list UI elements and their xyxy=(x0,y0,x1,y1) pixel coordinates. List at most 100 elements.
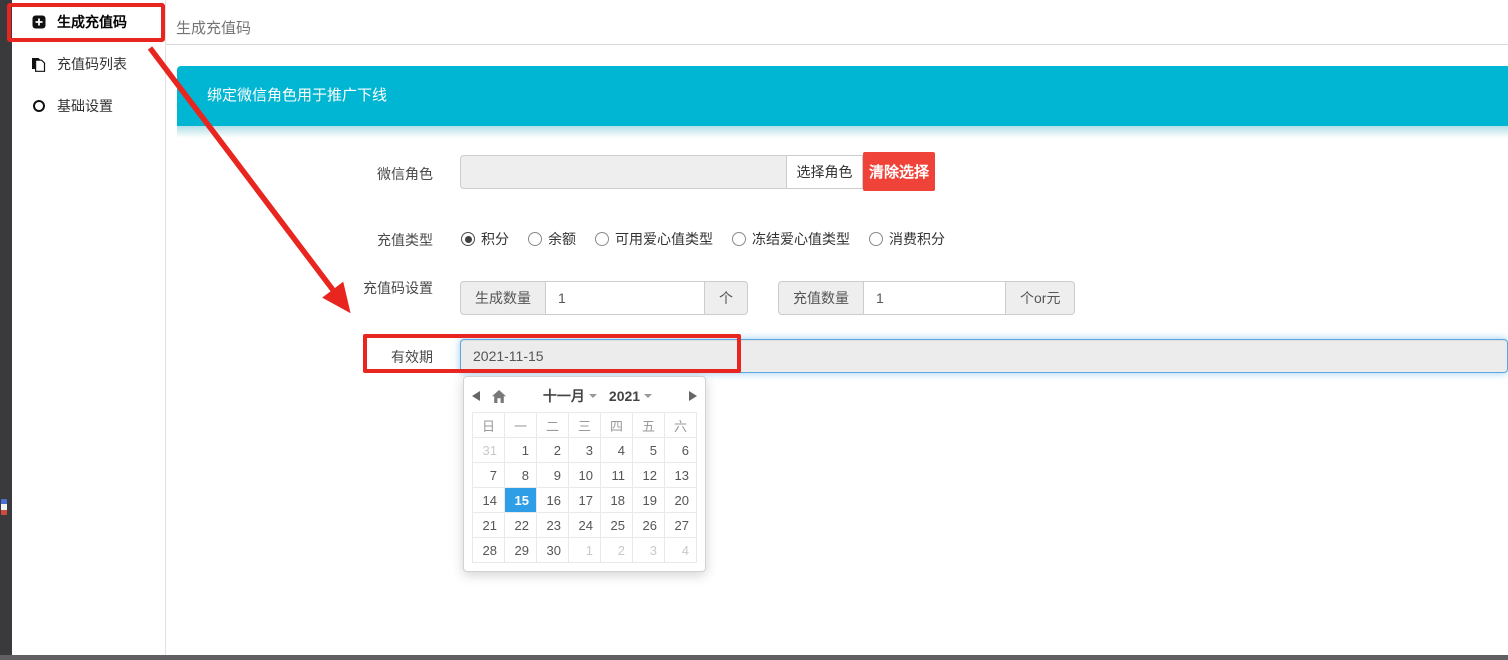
weekday-header: 三 xyxy=(569,413,601,438)
wechat-role-label: 微信角色 xyxy=(285,164,433,184)
calendar-day[interactable]: 18 xyxy=(601,488,633,513)
home-icon[interactable] xyxy=(492,390,506,403)
calendar-day[interactable]: 29 xyxy=(505,538,537,563)
calendar-day[interactable]: 1 xyxy=(505,438,537,463)
chevron-down-icon xyxy=(589,394,597,398)
calendar-day[interactable]: 8 xyxy=(505,463,537,488)
calendar-day[interactable]: 13 xyxy=(665,463,697,488)
recharge-quantity-prefix: 充值数量 xyxy=(778,281,863,315)
weekday-header: 二 xyxy=(537,413,569,438)
window-bottom-bar xyxy=(0,655,1508,660)
calendar-day[interactable]: 21 xyxy=(473,513,505,538)
page-title: 生成充值码 xyxy=(176,17,251,38)
radio-label: 积分 xyxy=(481,229,509,249)
radio-icon[interactable] xyxy=(528,232,542,246)
calendar-day[interactable]: 23 xyxy=(537,513,569,538)
radio-option[interactable]: 冻结爱心值类型 xyxy=(732,229,850,249)
generate-quantity-group: 生成数量 个 xyxy=(460,281,748,315)
wechat-role-input[interactable] xyxy=(460,155,786,189)
validity-input[interactable] xyxy=(460,339,1508,373)
sidebar-divider xyxy=(165,0,166,655)
sidebar-item-generate[interactable]: 生成充值码 xyxy=(12,0,165,43)
calendar-day[interactable]: 24 xyxy=(569,513,601,538)
calendar-day[interactable]: 19 xyxy=(633,488,665,513)
calendar-day-selected[interactable]: 15 xyxy=(505,488,537,513)
recharge-quantity-input[interactable] xyxy=(863,281,1006,315)
recharge-type-label: 充值类型 xyxy=(285,230,433,250)
radio-option[interactable]: 消费积分 xyxy=(869,229,945,249)
calendar-day[interactable]: 11 xyxy=(601,463,633,488)
weekday-header: 四 xyxy=(601,413,633,438)
calendar-day[interactable]: 12 xyxy=(633,463,665,488)
copy-icon xyxy=(31,57,46,72)
chevron-down-icon xyxy=(644,394,652,398)
sidebar-item-label: 充值码列表 xyxy=(57,54,127,74)
calendar-day[interactable]: 16 xyxy=(537,488,569,513)
edge-handle[interactable] xyxy=(1,499,7,515)
radio-label: 冻结爱心值类型 xyxy=(752,229,850,249)
calendar-day[interactable]: 5 xyxy=(633,438,665,463)
calendar-day[interactable]: 28 xyxy=(473,538,505,563)
validity-label: 有效期 xyxy=(285,347,433,367)
calendar-day[interactable]: 30 xyxy=(537,538,569,563)
calendar-day[interactable]: 27 xyxy=(665,513,697,538)
calendar-day[interactable]: 4 xyxy=(601,438,633,463)
weekday-header: 一 xyxy=(505,413,537,438)
prev-month-icon[interactable] xyxy=(472,391,480,401)
radio-icon[interactable] xyxy=(732,232,746,246)
calendar-day[interactable]: 17 xyxy=(569,488,601,513)
banner-shadow xyxy=(177,126,1508,138)
calendar-day[interactable]: 7 xyxy=(473,463,505,488)
calendar-day[interactable]: 14 xyxy=(473,488,505,513)
recharge-quantity-suffix: 个or元 xyxy=(1006,281,1075,315)
clear-selection-button[interactable]: 清除选择 xyxy=(863,152,935,191)
month-dropdown[interactable]: 十一月 xyxy=(543,386,597,406)
radio-icon[interactable] xyxy=(595,232,609,246)
recharge-quantity-group: 充值数量 个or元 xyxy=(778,281,1075,315)
title-divider xyxy=(166,44,1508,45)
generate-quantity-suffix: 个 xyxy=(705,281,748,315)
sidebar: 生成充值码充值码列表基础设置 xyxy=(12,0,165,655)
radio-icon[interactable] xyxy=(461,232,475,246)
radio-label: 余额 xyxy=(548,229,576,249)
banner: 绑定微信角色用于推广下线 xyxy=(177,66,1508,126)
calendar-day[interactable]: 1 xyxy=(569,538,601,563)
generate-quantity-prefix: 生成数量 xyxy=(460,281,545,315)
radio-option[interactable]: 余额 xyxy=(528,229,576,249)
datepicker-nav: 十一月 2021 xyxy=(472,382,697,410)
calendar-day[interactable]: 3 xyxy=(633,538,665,563)
calendar-day[interactable]: 2 xyxy=(537,438,569,463)
select-role-button[interactable]: 选择角色 xyxy=(786,155,863,189)
calendar-day[interactable]: 6 xyxy=(665,438,697,463)
radio-option[interactable]: 可用爱心值类型 xyxy=(595,229,713,249)
calendar-day[interactable]: 9 xyxy=(537,463,569,488)
calendar-grid: 日一二三四五六311234567891011121314151617181920… xyxy=(472,412,697,563)
calendar-day[interactable]: 20 xyxy=(665,488,697,513)
sidebar-item-settings[interactable]: 基础设置 xyxy=(12,85,165,127)
generate-quantity-input[interactable] xyxy=(545,281,705,315)
radio-option[interactable]: 积分 xyxy=(461,229,509,249)
next-month-icon[interactable] xyxy=(689,391,697,401)
calendar-day[interactable]: 10 xyxy=(569,463,601,488)
sidebar-item-list[interactable]: 充值码列表 xyxy=(12,43,165,85)
add-square-icon xyxy=(31,15,46,30)
calendar-day[interactable]: 26 xyxy=(633,513,665,538)
sidebar-item-label: 生成充值码 xyxy=(57,12,127,32)
circle-icon xyxy=(31,99,46,114)
weekday-header: 日 xyxy=(473,413,505,438)
radio-label: 可用爱心值类型 xyxy=(615,229,713,249)
sidebar-item-label: 基础设置 xyxy=(57,96,113,116)
radio-label: 消费积分 xyxy=(889,229,945,249)
calendar-day[interactable]: 2 xyxy=(601,538,633,563)
recharge-type-radio-group: 积分 余额 可用爱心值类型 冻结爱心值类型 消费积分 xyxy=(461,229,945,249)
banner-text: 绑定微信角色用于推广下线 xyxy=(207,87,387,104)
calendar-day[interactable]: 3 xyxy=(569,438,601,463)
calendar-day[interactable]: 22 xyxy=(505,513,537,538)
radio-icon[interactable] xyxy=(869,232,883,246)
calendar-day[interactable]: 31 xyxy=(473,438,505,463)
datepicker-popup: 十一月 2021 日一二三四五六311234567891011121314151… xyxy=(463,376,706,572)
window-left-strip xyxy=(0,0,12,660)
calendar-day[interactable]: 4 xyxy=(665,538,697,563)
calendar-day[interactable]: 25 xyxy=(601,513,633,538)
year-dropdown[interactable]: 2021 xyxy=(609,388,652,404)
